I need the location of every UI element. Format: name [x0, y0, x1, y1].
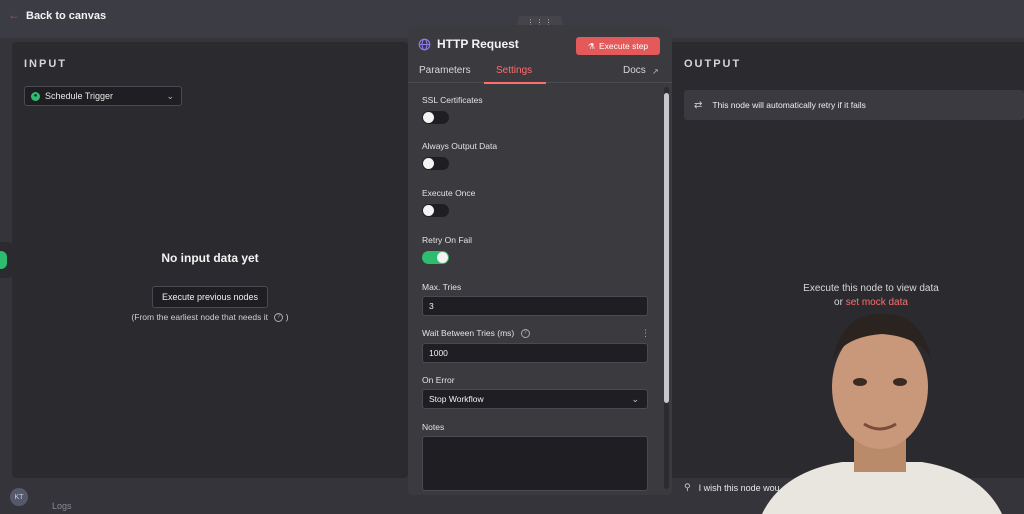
node-settings-modal: HTTP Request ⚗ Execute step Parameters S… — [408, 25, 672, 495]
active-tab-indicator — [484, 82, 546, 84]
toggle-knob — [423, 158, 434, 169]
wait-between-tries-input[interactable]: 1000 — [422, 343, 648, 363]
retry-icon: ⇄ — [694, 99, 703, 111]
wait-label-text: Wait Between Tries (ms) — [422, 328, 515, 338]
execute-once-toggle[interactable] — [422, 204, 449, 217]
on-error-select[interactable]: Stop Workflow ⌄ — [422, 389, 648, 409]
clock-icon: ● — [31, 91, 40, 101]
back-to-canvas-link[interactable]: Back to canvas — [26, 10, 106, 22]
notes-textarea[interactable] — [422, 436, 648, 491]
execute-view-line: Execute this node to view data — [803, 283, 939, 294]
on-error-value: Stop Workflow — [429, 394, 484, 404]
external-link-icon: ↗ — [652, 67, 659, 76]
wait-between-tries-label: Wait Between Tries (ms) ? — [422, 328, 530, 339]
earliest-node-note: (From the earliest node that needs it ? … — [12, 312, 408, 323]
node-tabs: Parameters Settings Docs ↗ — [408, 63, 672, 84]
trigger-select-value: Schedule Trigger — [45, 91, 114, 101]
retry-info-banner: ⇄ This node will automatically retry if … — [684, 90, 1024, 120]
execute-step-label: Execute step — [599, 41, 649, 51]
retry-label: Retry On Fail — [422, 235, 473, 245]
help-icon[interactable]: ? — [520, 329, 530, 339]
tab-parameters[interactable]: Parameters — [419, 65, 471, 76]
ssl-toggle[interactable] — [422, 111, 449, 124]
input-heading: INPUT — [24, 58, 67, 70]
input-panel: INPUT ● Schedule Trigger ⌄ No input data… — [12, 42, 408, 478]
toggle-knob — [423, 205, 434, 216]
chevron-down-icon: ⌄ — [166, 91, 174, 101]
ssl-label: SSL Certificates — [422, 95, 483, 105]
execute-previous-nodes-button[interactable]: Execute previous nodes — [152, 286, 268, 308]
on-error-label: On Error — [422, 375, 455, 385]
retry-toggle[interactable] — [422, 251, 449, 264]
execute-step-button[interactable]: ⚗ Execute step — [576, 37, 660, 55]
trigger-select[interactable]: ● Schedule Trigger ⌄ — [24, 86, 182, 106]
always-output-label: Always Output Data — [422, 141, 498, 151]
back-arrow-icon[interactable]: ← — [8, 8, 22, 22]
toggle-knob — [423, 112, 434, 123]
presenter-webcam-overlay — [762, 313, 1002, 514]
earliest-node-note-text: (From the earliest node that needs it — [131, 312, 268, 322]
tab-settings[interactable]: Settings — [496, 65, 532, 76]
more-options-icon[interactable]: ⋮ — [641, 328, 650, 339]
output-heading: OUTPUT — [684, 58, 742, 70]
max-tries-input[interactable]: 3 — [422, 296, 648, 316]
toggle-knob — [437, 252, 448, 263]
connection-handle[interactable] — [0, 251, 7, 269]
avatar[interactable]: KT — [10, 488, 28, 506]
max-tries-label: Max. Tries — [422, 282, 462, 292]
flask-icon: ⚗ — [587, 41, 596, 51]
retry-banner-text: This node will automatically retry if it… — [712, 100, 866, 110]
earliest-node-note-close: ) — [285, 312, 289, 322]
chevron-down-icon: ⌄ — [631, 394, 639, 404]
execute-once-label: Execute Once — [422, 188, 476, 198]
globe-icon — [418, 38, 431, 50]
help-icon[interactable]: ? — [274, 313, 284, 323]
lightbulb-icon: ⚲ — [684, 482, 691, 492]
node-header: HTTP Request — [418, 37, 519, 51]
tab-docs[interactable]: Docs — [623, 65, 646, 76]
node-title: HTTP Request — [437, 37, 519, 51]
logs-tab[interactable]: Logs — [52, 501, 72, 511]
scrollbar-thumb[interactable] — [664, 93, 669, 403]
empty-state-title: No input data yet — [161, 251, 259, 265]
always-output-toggle[interactable] — [422, 157, 449, 170]
notes-label: Notes — [422, 422, 445, 432]
